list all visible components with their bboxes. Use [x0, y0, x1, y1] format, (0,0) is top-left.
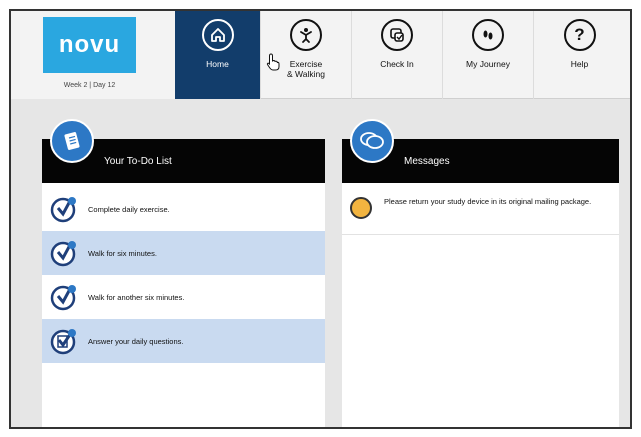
tab-help-label: Help — [570, 59, 589, 69]
tab-check-in[interactable]: Check In — [352, 11, 443, 99]
home-icon — [201, 19, 234, 51]
speech-bubbles-icon — [350, 119, 394, 163]
tab-exercise-walking-label: Exercise & Walking — [287, 59, 325, 79]
message-text: Please return your study device in its o… — [384, 197, 592, 206]
messages-panel: Messages Please return your study device… — [342, 119, 619, 427]
message-item[interactable]: Please return your study device in its o… — [342, 191, 619, 235]
tab-my-journey-label: My Journey — [466, 59, 510, 69]
todo-item-walk-six-minutes[interactable]: Walk for six minutes. — [42, 231, 325, 275]
envelope-icon — [350, 197, 372, 219]
clipboard-list-icon — [50, 119, 94, 163]
novu-logo: novu — [43, 17, 136, 73]
todo-panel-title: Your To-Do List — [104, 156, 172, 167]
todo-item-label: Walk for another six minutes. — [88, 292, 185, 302]
top-navigation: novu Week 2 | Day 12 Home Exercise & Wal… — [11, 11, 630, 99]
walking-figure-icon — [290, 19, 322, 51]
tab-check-in-label: Check In — [380, 59, 414, 69]
todo-item-daily-exercise[interactable]: Complete daily exercise. — [42, 187, 325, 231]
brand-area: novu Week 2 | Day 12 — [11, 11, 175, 99]
app-window: novu Week 2 | Day 12 Home Exercise & Wal… — [9, 9, 632, 429]
todo-item-label: Answer your daily questions. — [88, 336, 184, 346]
todo-item-daily-questions[interactable]: Answer your daily questions. — [42, 319, 325, 363]
exercise-checkmark-icon — [50, 195, 78, 223]
todo-panel: Your To-Do List Complete daily exercise.… — [42, 119, 325, 427]
walk-checkmark-icon — [50, 283, 78, 311]
todo-item-label: Complete daily exercise. — [88, 204, 170, 214]
messages-panel-title: Messages — [404, 156, 450, 167]
check-in-icon — [381, 19, 413, 51]
walk-checkmark-icon — [50, 239, 78, 267]
tab-my-journey[interactable]: My Journey — [443, 11, 534, 99]
tab-home[interactable]: Home — [175, 11, 261, 99]
hand-cursor-icon — [266, 53, 280, 71]
tab-help[interactable]: ? Help — [534, 11, 625, 99]
messages-panel-header: Messages — [342, 119, 619, 183]
todo-item-label: Walk for six minutes. — [88, 248, 157, 258]
questions-checkmark-icon — [50, 327, 78, 355]
tab-home-label: Home — [206, 59, 229, 69]
todo-item-walk-another-six-minutes[interactable]: Walk for another six minutes. — [42, 275, 325, 319]
todo-panel-header: Your To-Do List — [42, 119, 325, 183]
footprints-icon — [472, 19, 504, 51]
week-day-indicator: Week 2 | Day 12 — [63, 82, 116, 89]
question-mark-icon: ? — [563, 19, 596, 51]
